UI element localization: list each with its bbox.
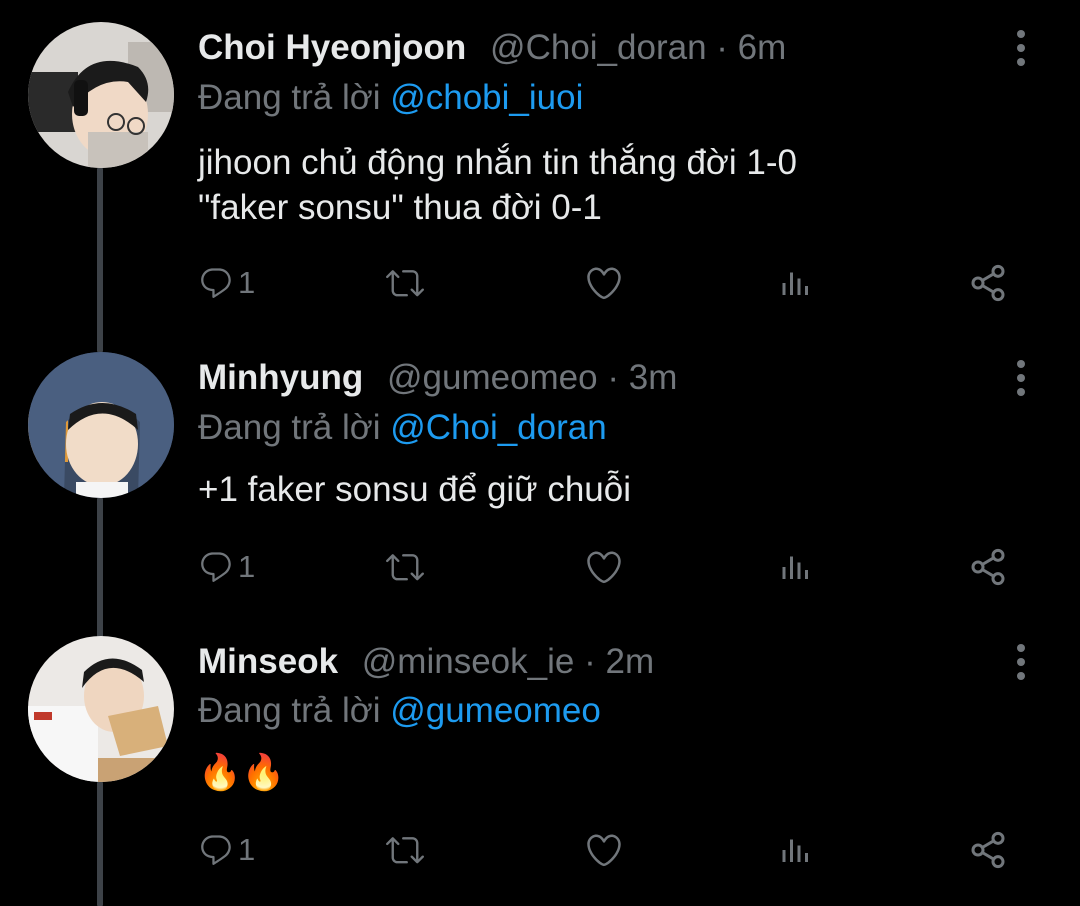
- more-options-icon[interactable]: [1008, 358, 1034, 398]
- share-button[interactable]: [968, 828, 1008, 872]
- replying-to-label: Đang trả lời: [198, 78, 391, 117]
- like-button[interactable]: [584, 261, 624, 305]
- timestamp[interactable]: 3m: [629, 358, 678, 397]
- separator-dot: ·: [607, 358, 620, 397]
- tweet-text: +1 faker sonsu để giữ chuỗi: [198, 470, 632, 509]
- like-button[interactable]: [584, 545, 624, 589]
- retweet-button[interactable]: [386, 545, 424, 589]
- replying-to: Đang trả lời @gumeomeo: [198, 691, 601, 731]
- analytics-button[interactable]: [778, 545, 814, 589]
- avatar[interactable]: [28, 352, 174, 498]
- tweet-actions: 1: [198, 828, 1038, 872]
- replying-to: Đang trả lời @chobi_iuoi: [198, 78, 583, 118]
- reply-button[interactable]: 1: [198, 545, 255, 589]
- tweet-actions: 1: [198, 261, 1038, 305]
- reply-count: 1: [238, 265, 256, 300]
- author-handle[interactable]: @gumeomeo: [387, 358, 598, 397]
- tweet-header: Minhyung @gumeomeo · 3m: [198, 358, 677, 398]
- share-button[interactable]: [968, 261, 1008, 305]
- timestamp[interactable]: 6m: [738, 28, 787, 67]
- heart-icon: [584, 830, 624, 870]
- replying-to-mention[interactable]: @Choi_doran: [390, 408, 607, 447]
- thread-connector-line: [97, 168, 103, 352]
- avatar[interactable]: [28, 636, 174, 782]
- thread-connector-line: [97, 498, 103, 638]
- like-button[interactable]: [584, 828, 624, 872]
- tweet-actions: 1: [198, 545, 1038, 589]
- reply-icon: [198, 265, 234, 301]
- retweet-icon: [386, 264, 424, 302]
- share-icon: [968, 547, 1008, 587]
- separator-dot: ·: [584, 642, 596, 681]
- tweet-text: jihoon chủ động nhắn tin thắng đời 1-0 "…: [198, 143, 797, 227]
- share-icon: [968, 830, 1008, 870]
- analytics-icon: [778, 549, 814, 585]
- author-name[interactable]: Minhyung: [198, 358, 363, 397]
- author-handle[interactable]: @minseok_ie: [362, 642, 575, 681]
- heart-icon: [584, 263, 624, 303]
- more-options-icon[interactable]: [1008, 642, 1034, 682]
- retweet-button[interactable]: [386, 828, 424, 872]
- replying-to-mention[interactable]: @chobi_iuoi: [390, 78, 583, 117]
- retweet-icon: [386, 831, 424, 869]
- tweet-text: 🔥🔥: [198, 753, 286, 792]
- author-handle[interactable]: @Choi_doran: [490, 28, 707, 67]
- reply-icon: [198, 549, 234, 585]
- tweet-header: Choi Hyeonjoon @Choi_doran · 6m: [198, 28, 786, 68]
- reply-count: 1: [238, 832, 256, 867]
- analytics-button[interactable]: [778, 261, 814, 305]
- timestamp[interactable]: 2m: [605, 642, 654, 681]
- analytics-icon: [778, 832, 814, 868]
- author-name[interactable]: Choi Hyeonjoon: [198, 28, 466, 67]
- retweet-icon: [386, 548, 424, 586]
- reply-count: 1: [238, 549, 256, 584]
- author-name[interactable]: Minseok: [198, 642, 338, 681]
- share-button[interactable]: [968, 545, 1008, 589]
- analytics-icon: [778, 265, 814, 301]
- analytics-button[interactable]: [778, 828, 814, 872]
- avatar[interactable]: [28, 22, 174, 168]
- heart-icon: [584, 547, 624, 587]
- retweet-button[interactable]: [386, 261, 424, 305]
- replying-to-label: Đang trả lời: [198, 408, 391, 447]
- reply-button[interactable]: 1: [198, 261, 255, 305]
- more-options-icon[interactable]: [1008, 28, 1034, 68]
- reply-icon: [198, 832, 234, 868]
- tweet-header: Minseok @minseok_ie · 2m: [198, 642, 654, 682]
- thread-connector-line: [97, 782, 103, 906]
- replying-to-mention[interactable]: @gumeomeo: [390, 691, 601, 730]
- share-icon: [968, 263, 1008, 303]
- reply-button[interactable]: 1: [198, 828, 255, 872]
- separator-dot: ·: [716, 28, 728, 67]
- replying-to-label: Đang trả lời: [198, 691, 391, 730]
- replying-to: Đang trả lời @Choi_doran: [198, 408, 607, 448]
